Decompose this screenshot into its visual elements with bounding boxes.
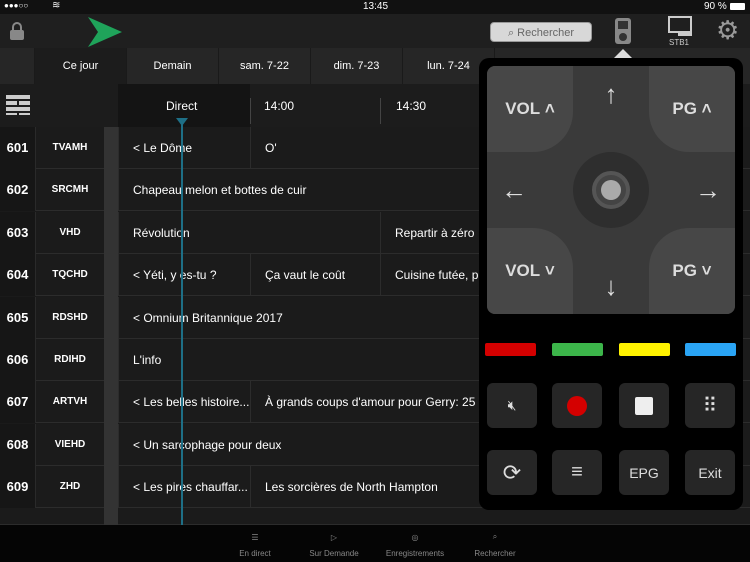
bottom-tab-bar: ☰ En direct ▷ Sur Demande ◎ Enregistrements… [0,525,750,562]
battery-text: 90 % [704,1,727,12]
logo-icon [88,17,122,47]
channel-name[interactable]: RDSHD [35,296,104,339]
arrow-down-button[interactable]: ↓ [591,266,631,306]
refresh-button[interactable]: ⟳ [487,450,537,495]
epg-button[interactable]: EPG [619,450,669,495]
record-icon [567,395,587,416]
tab-recordings[interactable]: ◎ Enregistrements [375,525,455,559]
tab-label: Enregistrements [385,549,445,558]
channel-name[interactable]: VIEHD [35,423,104,466]
settings-gear-icon[interactable]: ⚙ [716,15,739,46]
search-placeholder: Rechercher [517,27,575,39]
search-icon: ⌕ [507,27,518,39]
program-cell[interactable]: < Les belles histoire... [118,381,250,424]
channel-name[interactable]: ARTVH [35,381,104,424]
channel-number: 606 [0,339,35,381]
stb-icon[interactable] [668,16,694,38]
now-indicator-line [181,120,183,525]
channel-name[interactable]: TVAMH [35,127,104,169]
search-input[interactable]: ⌕ Rechercher [490,22,592,42]
vol-down-button[interactable]: VOL ˅ [487,228,573,314]
date-tab[interactable]: Demain [127,48,219,84]
channel-number: 601 [0,127,35,169]
exit-button[interactable]: Exit [685,450,735,495]
channel-number: 605 [0,296,35,339]
clock: 13:45 [363,1,389,12]
stb-label: STB1 [669,38,690,47]
channel-name[interactable]: ZHD [35,466,104,509]
battery-icon [730,3,745,10]
arrow-up-button[interactable]: ↑ [591,74,631,114]
grid-view-icon[interactable] [6,95,30,115]
menu-button[interactable]: ≡ [552,450,602,495]
program-cell[interactable]: < Yéti, y es-tu ? [118,254,250,297]
mute-button[interactable]: 🔇︎ [487,383,537,428]
stop-button[interactable] [619,383,669,428]
live-list-icon: ☰ [251,532,259,542]
refresh-icon: ⟳ [502,459,522,485]
channel-number: 602 [0,169,35,212]
date-spacer [0,48,35,84]
tab-live[interactable]: ☰ En direct [215,525,295,559]
arrow-left-button[interactable]: ← [494,170,534,210]
pg-up-button[interactable]: PG ˄ [649,66,735,152]
program-cell[interactable]: < Les pires chauffar... [118,466,250,509]
channel-number: 608 [0,423,35,466]
search-icon: ⌕ [492,532,498,541]
play-circle-icon: ▷ [330,532,338,542]
channel-name[interactable]: RDIHD [35,339,104,381]
lock-icon[interactable] [9,21,25,41]
mute-icon: 🔇︎ [507,397,517,413]
tab-label: Rechercher [474,549,516,558]
header: STB1 ⚙ [0,14,750,48]
time-slot: 14:00 [264,99,295,113]
channel-name[interactable]: TQCHD [35,254,104,297]
keypad-button[interactable]: ⠿ [685,383,735,428]
dpad: VOL ˄ PG ˄ VOL ˅ PG ˅ ↑ ↓ ← → [487,66,735,314]
date-tab-today[interactable]: Ce jour [35,48,127,84]
channel-number: 603 [0,211,35,254]
popup-pointer [614,49,632,58]
rec-icon: ◎ [411,532,419,542]
color-button[interactable] [685,343,736,356]
channel-name[interactable]: VHD [35,211,104,254]
pg-down-button[interactable]: PG ˅ [649,228,735,314]
status-bar: ●●●○○ ≋ 13:45 90 % [0,0,750,14]
color-button[interactable] [552,343,603,356]
menu-icon: ≡ [571,461,583,483]
signal-indicator: ●●●○○ [4,1,29,10]
color-button[interactable] [485,343,536,356]
keypad-icon: ⠿ [702,395,718,417]
time-now[interactable]: Direct [166,99,197,113]
record-button[interactable] [552,383,602,428]
program-cell[interactable]: Ça vaut le coût [250,254,380,297]
tab-label: En direct [239,549,271,558]
scrollbar[interactable] [104,127,118,525]
tab-search[interactable]: ⌕ Rechercher [455,525,535,558]
arrow-right-button[interactable]: → [688,170,728,210]
remote-icon[interactable] [614,17,632,45]
now-indicator-marker [176,118,188,126]
tab-label: Sur Demande [309,549,359,558]
channel-number: 607 [0,381,35,424]
wifi-icon: ≋ [52,0,61,11]
date-tab[interactable]: sam. 7-22 [219,48,311,84]
program-cell[interactable]: < Le Dôme [118,127,250,169]
color-button[interactable] [619,343,670,356]
ok-button[interactable] [592,171,630,209]
program-cell[interactable]: Révolution [118,211,380,254]
stop-icon [635,396,653,415]
time-slot: 14:30 [396,99,427,113]
vol-up-button[interactable]: VOL ˄ [487,66,573,152]
date-tab[interactable]: dim. 7-23 [311,48,403,84]
channel-number: 609 [0,466,35,509]
channel-name[interactable]: SRCMH [35,169,104,212]
tab-on-demand[interactable]: ▷ Sur Demande [294,525,374,559]
channel-number: 604 [0,254,35,297]
